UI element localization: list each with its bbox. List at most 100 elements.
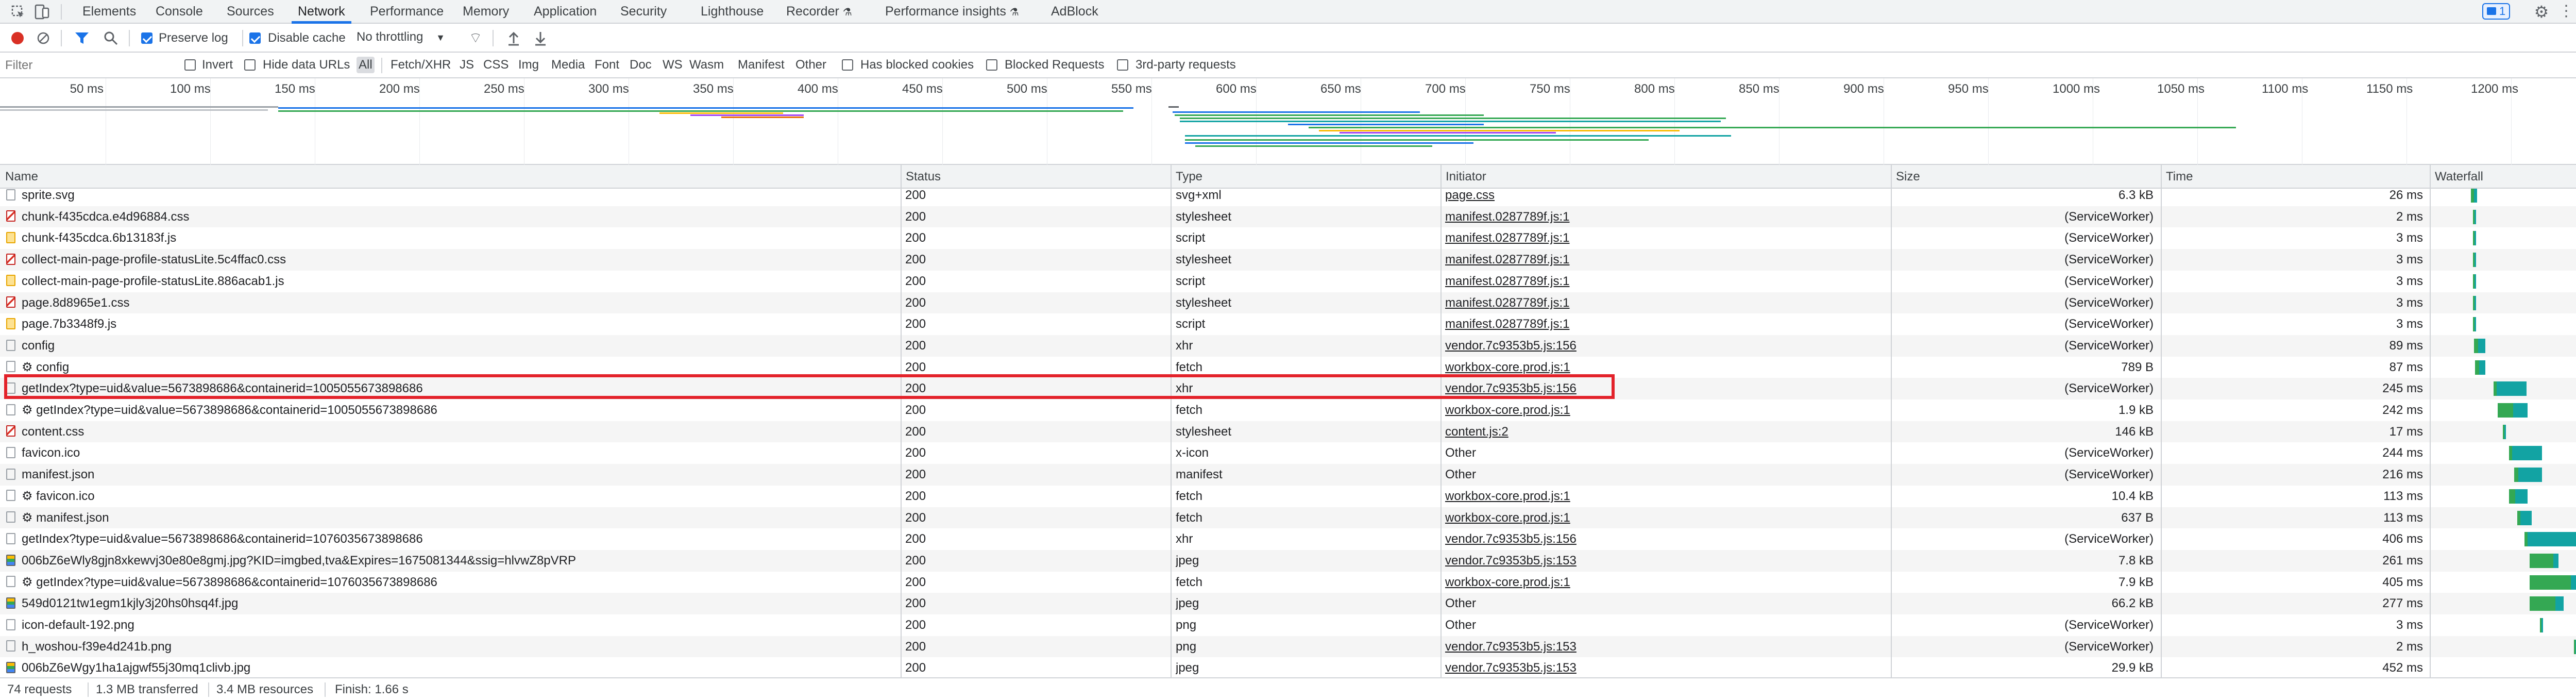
import-har-icon[interactable] bbox=[507, 30, 520, 46]
filter-type-css[interactable]: CSS bbox=[481, 57, 511, 73]
search-icon[interactable] bbox=[103, 30, 118, 46]
column-divider[interactable] bbox=[901, 165, 902, 677]
initiator-link[interactable]: vendor.7c9353b5.js:153 bbox=[1445, 657, 1888, 677]
table-row[interactable]: chunk-f435cdca.e4d96884.css 200 stylesheet… bbox=[0, 206, 2576, 228]
filter-type-manifest[interactable]: Manifest bbox=[736, 57, 787, 73]
request-name-cell[interactable]: ⚙ getIndex?type=uid&value=5673898686&con… bbox=[6, 399, 897, 421]
initiator-link[interactable]: vendor.7c9353b5.js:153 bbox=[1445, 636, 1888, 657]
table-row[interactable]: 006bZ6eWgy1ha1ajgwf55j30mq1clivb.jpg 200 j… bbox=[0, 657, 2576, 677]
filter-type-ws[interactable]: WS bbox=[660, 57, 685, 73]
column-divider[interactable] bbox=[1440, 165, 1442, 677]
throttling-select[interactable]: No throttling ▼ bbox=[357, 30, 445, 44]
initiator-link[interactable]: vendor.7c9353b5.js:156 bbox=[1445, 335, 1888, 356]
request-name-cell[interactable]: collect-main-page-profile-statusLite.5c4… bbox=[6, 249, 897, 270]
table-row[interactable]: chunk-f435cdca.6b13183f.js 200 script manif… bbox=[0, 227, 2576, 249]
tab-network[interactable]: Network bbox=[292, 0, 351, 24]
issues-badge[interactable]: 1 bbox=[2482, 3, 2510, 20]
table-row[interactable]: collect-main-page-profile-statusLite.886… bbox=[0, 271, 2576, 292]
preserve-log-checkbox[interactable] bbox=[141, 32, 152, 44]
column-header-size[interactable]: Size bbox=[1891, 165, 1920, 189]
request-name-cell[interactable]: collect-main-page-profile-statusLite.886… bbox=[6, 271, 897, 292]
filter-type-js[interactable]: JS bbox=[457, 57, 476, 73]
tab-memory[interactable]: Memory bbox=[463, 0, 509, 24]
table-row[interactable]: collect-main-page-profile-statusLite.5c4… bbox=[0, 249, 2576, 271]
table-row[interactable]: 549d0121tw1egm1kjly3j20hs0hsq4f.jpg 200 jp… bbox=[0, 593, 2576, 614]
table-row[interactable]: ⚙ getIndex?type=uid&value=5673898686&con… bbox=[0, 572, 2576, 593]
column-header-type[interactable]: Type bbox=[1171, 165, 1202, 189]
table-row[interactable]: ⚙ manifest.json 200 fetch workbox-core.prod… bbox=[0, 507, 2576, 529]
table-row[interactable]: manifest.json 200 manifest Other (ServiceWor… bbox=[0, 464, 2576, 486]
table-row[interactable]: page.8d8965e1.css 200 stylesheet manifest.0… bbox=[0, 292, 2576, 314]
column-header-status[interactable]: Status bbox=[901, 165, 941, 189]
column-divider[interactable] bbox=[2430, 165, 2431, 677]
filter-type-font[interactable]: Font bbox=[592, 57, 621, 73]
filter-type-other[interactable]: Other bbox=[793, 57, 828, 73]
table-row[interactable]: config 200 xhr vendor.7c9353b5.js:156 (Servi… bbox=[0, 335, 2576, 357]
filter-input[interactable] bbox=[5, 57, 180, 74]
filter-type-img[interactable]: Img bbox=[516, 57, 541, 73]
request-name-cell[interactable]: chunk-f435cdca.e4d96884.css bbox=[6, 206, 897, 227]
inspect-element-icon[interactable] bbox=[11, 5, 25, 19]
request-name-cell[interactable]: ⚙ favicon.ico bbox=[6, 486, 897, 507]
table-row[interactable]: getIndex?type=uid&value=5673898686&conta… bbox=[0, 528, 2576, 550]
table-row[interactable]: icon-default-192.png 200 png Other (ServiceW… bbox=[0, 614, 2576, 636]
initiator-link[interactable]: workbox-core.prod.js:1 bbox=[1445, 486, 1888, 507]
initiator-link[interactable]: workbox-core.prod.js:1 bbox=[1445, 507, 1888, 528]
filter-type-doc[interactable]: Doc bbox=[628, 57, 654, 73]
tab-lighthouse[interactable]: Lighthouse bbox=[701, 0, 764, 24]
request-name-cell[interactable]: manifest.json bbox=[6, 464, 897, 485]
tab-performance[interactable]: Performance bbox=[370, 0, 444, 24]
blocked-requests-checkbox[interactable] bbox=[986, 59, 997, 71]
column-divider[interactable] bbox=[1171, 165, 1172, 677]
initiator-link[interactable]: content.js:2 bbox=[1445, 421, 1888, 442]
invert-checkbox[interactable] bbox=[184, 59, 196, 71]
tab-elements[interactable]: Elements bbox=[82, 0, 136, 24]
request-name-cell[interactable]: chunk-f435cdca.6b13183f.js bbox=[6, 227, 897, 248]
initiator-link[interactable]: vendor.7c9353b5.js:153 bbox=[1445, 550, 1888, 571]
filter-type-wasm[interactable]: Wasm bbox=[687, 57, 726, 73]
request-name-cell[interactable]: page.8d8965e1.css bbox=[6, 292, 897, 313]
filter-icon[interactable] bbox=[74, 31, 90, 45]
initiator-link[interactable]: manifest.0287789f.js:1 bbox=[1445, 292, 1888, 313]
initiator-link[interactable]: workbox-core.prod.js:1 bbox=[1445, 399, 1888, 421]
column-header-time[interactable]: Time bbox=[2161, 165, 2193, 189]
tab-adblock[interactable]: AdBlock bbox=[1051, 0, 1098, 24]
tab-application[interactable]: Application bbox=[534, 0, 597, 24]
column-header-waterfall[interactable]: Waterfall bbox=[2430, 165, 2483, 189]
column-header-initiator[interactable]: Initiator bbox=[1440, 165, 1486, 189]
request-name-cell[interactable]: config bbox=[6, 335, 897, 356]
request-name-cell[interactable]: 549d0121tw1egm1kjly3j20hs0hsq4f.jpg bbox=[6, 593, 897, 614]
tab-sources[interactable]: Sources bbox=[227, 0, 274, 24]
initiator-link[interactable]: manifest.0287789f.js:1 bbox=[1445, 249, 1888, 270]
table-row[interactable]: ⚙ favicon.ico 200 fetch workbox-core.prod.j… bbox=[0, 486, 2576, 507]
tab-recorder[interactable]: Recorder ⚗ bbox=[786, 0, 852, 24]
table-row[interactable]: content.css 200 stylesheet content.js:2 146 … bbox=[0, 421, 2576, 443]
initiator-link[interactable]: manifest.0287789f.js:1 bbox=[1445, 313, 1888, 335]
table-row[interactable]: favicon.ico 200 x-icon Other (ServiceWorker)… bbox=[0, 442, 2576, 464]
request-name-cell[interactable]: ⚙ getIndex?type=uid&value=5673898686&con… bbox=[6, 572, 897, 593]
initiator-link[interactable]: vendor.7c9353b5.js:156 bbox=[1445, 528, 1888, 549]
request-name-cell[interactable]: favicon.ico bbox=[6, 442, 897, 463]
request-name-cell[interactable]: 006bZ6eWly8gjn8xkewvj30e80e8gmj.jpg?KID=… bbox=[6, 550, 897, 571]
third-party-requests-checkbox[interactable] bbox=[1117, 59, 1128, 71]
table-row[interactable]: h_woshou-f39e4d241b.png 200 png vendor.7c93… bbox=[0, 636, 2576, 658]
request-name-cell[interactable]: getIndex?type=uid&value=5673898686&conta… bbox=[6, 528, 897, 549]
initiator-link[interactable]: manifest.0287789f.js:1 bbox=[1445, 206, 1888, 227]
tab-performance-insights[interactable]: Performance insights ⚗ bbox=[885, 0, 1019, 24]
initiator-link[interactable]: manifest.0287789f.js:1 bbox=[1445, 271, 1888, 292]
table-row[interactable]: ⚙ getIndex?type=uid&value=5673898686&con… bbox=[0, 399, 2576, 421]
hide-data-urls-checkbox[interactable] bbox=[244, 59, 256, 71]
device-toolbar-icon[interactable] bbox=[34, 4, 49, 20]
request-name-cell[interactable]: icon-default-192.png bbox=[6, 614, 897, 636]
record-stop-icon[interactable] bbox=[11, 32, 24, 44]
has-blocked-cookies-checkbox[interactable] bbox=[842, 59, 853, 71]
request-name-cell[interactable]: 006bZ6eWgy1ha1ajgwf55j30mq1clivb.jpg bbox=[6, 657, 897, 677]
request-name-cell[interactable]: page.7b3348f9.js bbox=[6, 313, 897, 335]
network-overview-timeline[interactable]: 50 ms 100 ms 150 ms 200 ms 250 ms 300 ms 350 m… bbox=[0, 78, 2576, 165]
initiator-link[interactable]: workbox-core.prod.js:1 bbox=[1445, 572, 1888, 593]
table-row[interactable]: 006bZ6eWly8gjn8xkewvj30e80e8gmj.jpg?KID=… bbox=[0, 549, 2576, 572]
tab-console[interactable]: Console bbox=[156, 0, 203, 24]
disable-cache-checkbox[interactable] bbox=[249, 32, 261, 44]
network-conditions-icon[interactable]: ⌔ bbox=[467, 30, 484, 46]
request-name-cell[interactable]: ⚙ manifest.json bbox=[6, 507, 897, 528]
